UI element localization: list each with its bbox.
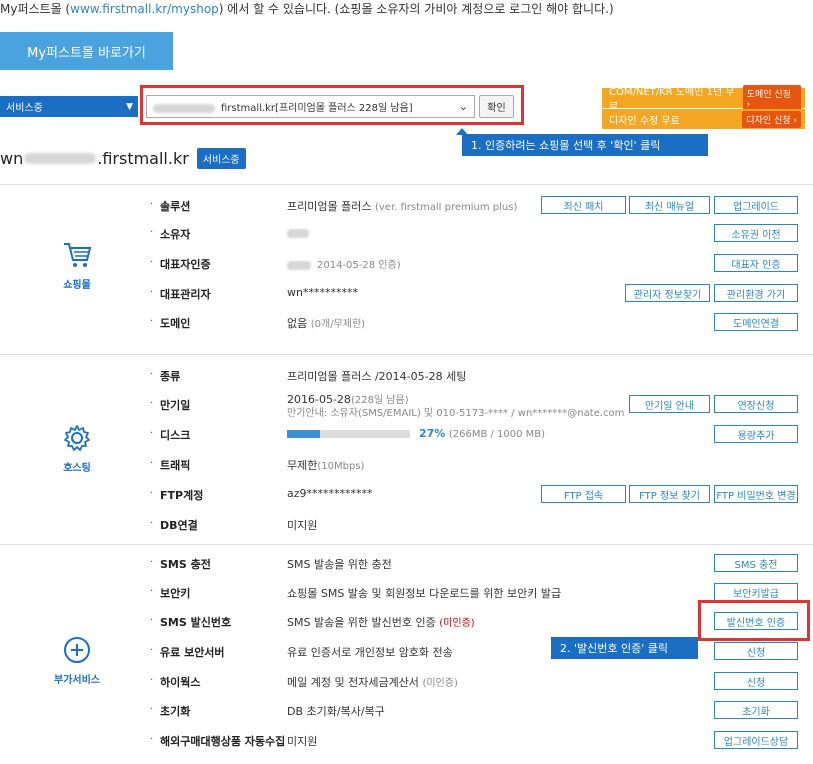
confirm-button[interactable]: 확인 — [479, 95, 514, 118]
add-capacity-button[interactable]: 용량추가 — [714, 425, 798, 443]
row-security-key: · 보안키 쇼핑몰 SMS 발송 및 회원정보 다운로드를 위한 보안키 발급 … — [0, 583, 813, 601]
redacted-text — [287, 260, 311, 270]
highlight-box — [698, 600, 810, 641]
domain-title: wn .firstmall.kr 서비스중 — [0, 148, 246, 169]
chevron-down-icon: ⌄ — [458, 100, 468, 113]
sms-charge-button[interactable]: SMS 충전 — [714, 554, 798, 572]
row-ceo-auth: · 대표자인증 2014-05-28 인증) 대표자 인증 — [0, 254, 813, 272]
disk-progress-fill — [287, 430, 321, 438]
shop-select[interactable]: firstmall.kr[프리미엄몰 플러스 228일 남음] ⌄ — [146, 95, 475, 118]
latest-manual-button[interactable]: 최신 매뉴얼 — [629, 196, 710, 214]
redacted-text — [287, 228, 309, 238]
expiry-notice-button[interactable]: 만기일 안내 — [629, 395, 710, 413]
upgrade-consult-button[interactable]: 업그레이드상담 — [714, 731, 798, 749]
shop-section: 쇼핑몰 · 솔루션 프리미엄몰 플러스 (ver. firstmall prem… — [0, 184, 813, 354]
row-solution: · 솔루션 프리미엄몰 플러스 (ver. firstmall premium … — [0, 196, 813, 214]
ftp-info-button[interactable]: FTP 정보 찾기 — [629, 485, 710, 503]
row-admin: · 대표관리자 wn********** 관리자 정보찾기 관리환경 가기 — [0, 284, 813, 302]
redacted-text — [24, 153, 97, 164]
row-domain: · 도메인 없음 (0개/무제한) 도메인연결 — [0, 313, 813, 331]
ssl-apply-button[interactable]: 신청 — [714, 642, 798, 660]
row-db: · DB연결 미지원 — [150, 518, 318, 532]
row-disk: · 디스크 27% (266MB / 1000 MB) 용량추가 — [0, 425, 813, 443]
row-ftp: · FTP계정 az9************ FTP 접속 FTP 정보 찾기… — [0, 485, 813, 503]
row-type: · 종류 프리미엄몰 플러스 /2014-05-28 세팅 — [150, 369, 467, 383]
ftp-connect-button[interactable]: FTP 접속 — [541, 485, 626, 503]
row-overseas: · 해외구매대행상품 자동수집 미지원 업그레이드상담 — [0, 731, 813, 749]
domain-apply-button[interactable]: 도메인 신청 › — [742, 84, 801, 112]
go-admin-button[interactable]: 관리환경 가기 — [714, 284, 798, 302]
row-expiry: · 만기일 2016-05-28(228일 남음) 만기안내: 소유자(SMS/… — [0, 389, 813, 419]
latest-patch-button[interactable]: 최신 패치 — [541, 196, 626, 214]
ftp-password-button[interactable]: FTP 비밀번호 변경 — [714, 485, 798, 503]
security-key-button[interactable]: 보안키발급 — [714, 583, 798, 601]
extend-button[interactable]: 연장신청 — [714, 395, 798, 413]
reset-button[interactable]: 초기화 — [714, 701, 798, 719]
status-badge: 서비스중 — [196, 148, 246, 169]
upgrade-button[interactable]: 업그레이드 — [714, 196, 798, 214]
redacted-text — [153, 103, 215, 113]
intro-text: My퍼스트몰 (www.firstmall.kr/myshop) 에서 할 수 … — [0, 2, 614, 16]
disk-progress-bar — [287, 430, 410, 438]
hosting-section: 호스팅 · 종류 프리미엄몰 플러스 /2014-05-28 세팅 · 만기일 … — [0, 354, 813, 544]
row-hiworks: · 하이웍스 메일 계정 및 전자세금계산서 (미인증) 신청 — [0, 672, 813, 690]
transfer-ownership-button[interactable]: 소유권 이전 — [714, 224, 798, 242]
my-firstmall-button[interactable]: My퍼스트몰 바로가기 — [0, 32, 173, 70]
row-sms-charge: · SMS 충전 SMS 발송을 위한 충전 SMS 충전 — [0, 554, 813, 572]
row-sms-sender: · SMS 발신번호 SMS 발송을 위한 발신번호 인증 (미인증) 발신번호… — [0, 612, 813, 630]
row-owner: · 소유자 소유권 이전 — [0, 224, 813, 242]
callout-step-2: 2. '발신번호 인증' 클릭 — [551, 637, 698, 659]
design-apply-button[interactable]: 디자인 신청 › — [742, 110, 801, 128]
status-select[interactable]: 서비스중 ▼ — [0, 96, 138, 117]
find-admin-info-button[interactable]: 관리자 정보찾기 — [625, 284, 710, 302]
domain-connect-button[interactable]: 도메인연결 — [714, 313, 798, 331]
row-reset: · 초기화 DB 초기화/복사/복구 초기화 — [0, 701, 813, 719]
hiworks-apply-button[interactable]: 신청 — [714, 672, 798, 690]
chevron-down-icon: ▼ — [126, 101, 133, 112]
promo-design: 디자인 수정 무료 디자인 신청 › — [602, 109, 805, 129]
row-traffic: · 트래픽 무제한(10Mbps) — [150, 458, 365, 472]
myshop-link[interactable]: www.firstmall.kr/myshop — [70, 2, 219, 16]
ceo-auth-button[interactable]: 대표자 인증 — [714, 254, 798, 272]
callout-step-1: 1. 인증하려는 쇼핑몰 선택 후 '확인' 클릭 — [462, 134, 708, 156]
promo-domain: COM/NET/KR 도메인 1년 무료 도메인 신청 › — [602, 84, 805, 113]
